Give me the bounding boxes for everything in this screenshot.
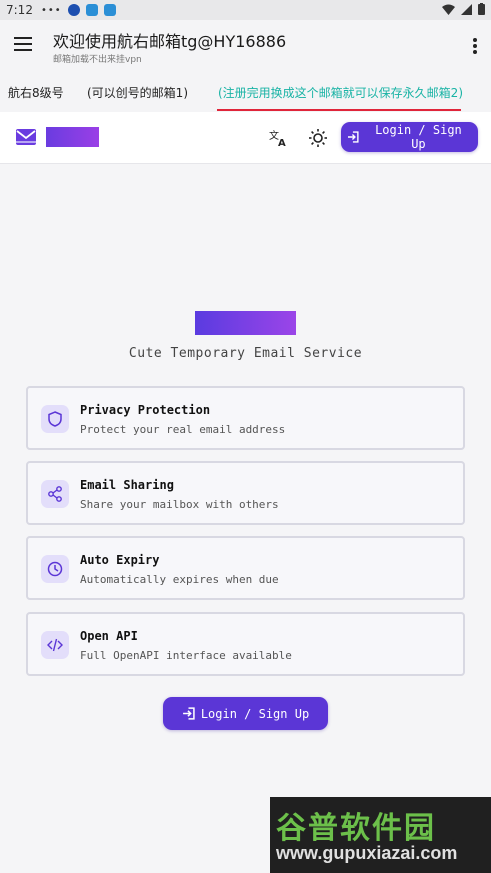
feature-description: Protect your real email address xyxy=(80,423,286,436)
app-notification-icon xyxy=(85,4,98,16)
tab-permanent-mailbox-2[interactable]: (注册完用换成这个邮箱就可以保存永久邮箱2) xyxy=(218,84,463,101)
feature-title: Privacy Protection xyxy=(80,403,211,417)
hamburger-menu-icon[interactable] xyxy=(14,37,32,51)
more-options-icon[interactable] xyxy=(473,38,477,56)
feature-card-privacy: Privacy Protection Protect your real ema… xyxy=(26,386,465,450)
login-icon xyxy=(182,707,195,720)
active-tab-indicator xyxy=(217,109,461,111)
status-dots: ••• xyxy=(40,4,62,16)
tab-create-mailbox-1[interactable]: (可以创号的邮箱1) xyxy=(87,84,188,101)
battery-icon xyxy=(478,3,485,15)
wifi-icon xyxy=(442,4,455,15)
hero-tagline: Cute Temporary Email Service xyxy=(128,346,363,361)
feature-card-api: Open API Full OpenAPI interface availabl… xyxy=(26,612,465,676)
web-content[interactable]: 文 A Login / Sign Up Cute Temporary Email… xyxy=(0,112,491,873)
main-login-label: Login / Sign Up xyxy=(200,706,310,721)
header-login-label: Login / Sign Up xyxy=(375,123,462,151)
status-time: 7:12 xyxy=(6,3,33,17)
feature-title: Email Sharing xyxy=(80,478,174,492)
watermark: 谷普软件园 www.gupuxiazai.com xyxy=(270,797,491,873)
code-icon xyxy=(41,631,69,659)
feature-title: Auto Expiry xyxy=(80,553,160,567)
tab-hangyou-8[interactable]: 航右8级号 xyxy=(8,84,64,101)
app-bar: 欢迎使用航右邮箱tg@HY16886 邮箱加载不出来挂vpn xyxy=(0,20,491,72)
feature-description: Full OpenAPI interface available xyxy=(80,649,292,662)
hero-logo xyxy=(195,311,296,335)
site-header: 文 A Login / Sign Up xyxy=(0,112,491,164)
header-login-button[interactable]: Login / Sign Up xyxy=(341,122,478,152)
theme-toggle-sun-icon[interactable] xyxy=(308,128,328,148)
main-login-button[interactable]: Login / Sign Up xyxy=(163,697,328,730)
feature-card-expiry: Auto Expiry Automatically expires when d… xyxy=(26,536,465,600)
app-title: 欢迎使用航右邮箱tg@HY16886 xyxy=(53,32,287,51)
signal-icon xyxy=(461,3,472,15)
shield-icon xyxy=(41,405,69,433)
translate-icon[interactable]: 文 A xyxy=(268,128,288,148)
site-logo[interactable] xyxy=(46,127,99,147)
clock-icon xyxy=(41,555,69,583)
watermark-name: 谷普软件园 xyxy=(276,811,436,846)
svg-text:A: A xyxy=(278,138,286,148)
feature-title: Open API xyxy=(80,629,138,643)
mail-logo-icon[interactable] xyxy=(16,129,36,145)
status-bar: 7:12 ••• xyxy=(0,0,491,20)
app-subtitle: 邮箱加载不出来挂vpn xyxy=(53,55,142,65)
feature-description: Share your mailbox with others xyxy=(80,498,279,511)
feature-description: Automatically expires when due xyxy=(80,573,279,586)
login-icon xyxy=(347,131,359,143)
share-icon xyxy=(41,480,69,508)
feature-card-sharing: Email Sharing Share your mailbox with ot… xyxy=(26,461,465,525)
app-notification-icon xyxy=(103,4,116,16)
vpn-icon xyxy=(67,4,80,16)
tab-bar: 航右8级号 (可以创号的邮箱1) (注册完用换成这个邮箱就可以保存永久邮箱2) xyxy=(0,72,491,112)
watermark-url: www.gupuxiazai.com xyxy=(276,843,458,863)
